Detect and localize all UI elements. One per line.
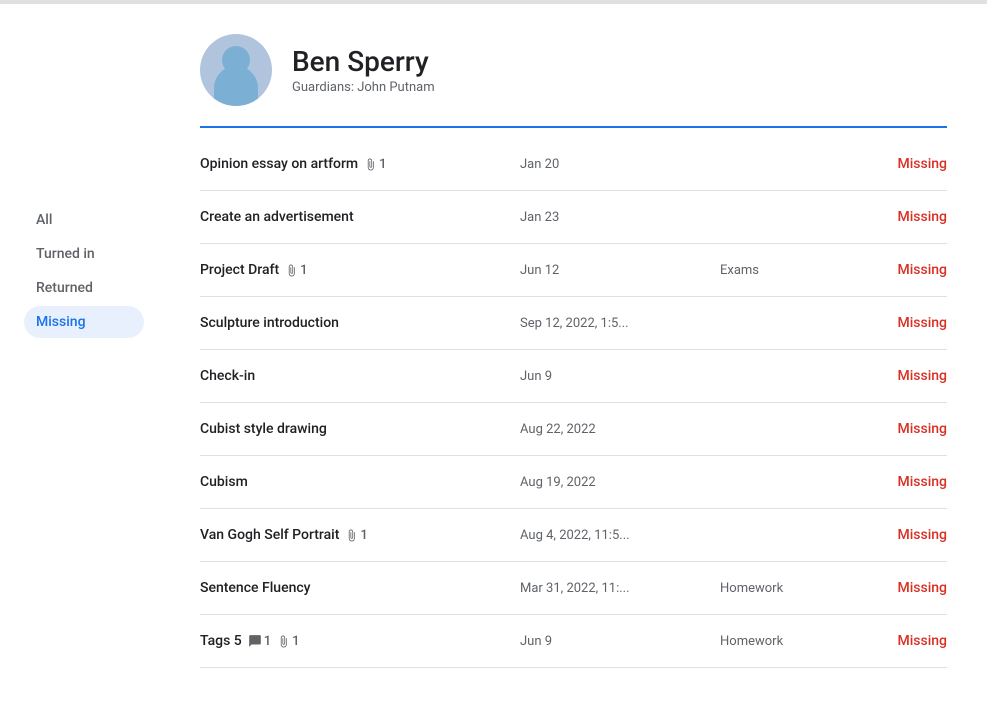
profile-name: Ben Sperry	[292, 45, 435, 79]
assignment-date: Mar 31, 2022, 11:...	[520, 581, 720, 596]
assignment-category: Homework	[720, 581, 840, 596]
assignment-name: Van Gogh Self Portrait 1	[200, 527, 520, 543]
assignment-name: Project Draft 1	[200, 262, 520, 278]
attachment-icon: 1	[277, 634, 299, 649]
assignment-date: Aug 4, 2022, 11:5...	[520, 528, 720, 543]
assignment-name: Sentence Fluency	[200, 580, 520, 596]
assignment-status: Missing	[840, 315, 947, 331]
assignment-row[interactable]: Cubism Aug 19, 2022 Missing	[200, 456, 947, 509]
assignment-title: Cubist style drawing	[200, 421, 327, 437]
assignment-row[interactable]: Opinion essay on artform 1Jan 20Missing	[200, 138, 947, 191]
assignment-title: Project Draft	[200, 262, 279, 278]
assignment-date: Aug 19, 2022	[520, 475, 720, 490]
assignment-date: Aug 22, 2022	[520, 422, 720, 437]
assignment-status: Missing	[840, 209, 947, 225]
avatar-body	[214, 66, 258, 106]
assignment-row[interactable]: Create an advertisement Jan 23 Missing	[200, 191, 947, 244]
assignment-row[interactable]: Project Draft 1Jun 12ExamsMissing	[200, 244, 947, 297]
assignment-date: Jun 12	[520, 263, 720, 278]
sidebar-item-missing[interactable]: Missing	[24, 306, 144, 338]
assignment-status: Missing	[840, 262, 947, 278]
layout: AllTurned inReturnedMissing Ben Sperry G…	[0, 4, 987, 718]
assignment-title: Cubism	[200, 474, 248, 490]
assignment-name: Create an advertisement	[200, 209, 520, 225]
assignment-status: Missing	[840, 474, 947, 490]
sidebar-item-turned-in[interactable]: Turned in	[24, 238, 144, 270]
assignment-status: Missing	[840, 156, 947, 172]
assignment-name: Check-in	[200, 368, 520, 384]
assignment-status: Missing	[840, 421, 947, 437]
assignment-row[interactable]: Cubist style drawing Aug 22, 2022 Missing	[200, 403, 947, 456]
assignment-date: Jan 20	[520, 157, 720, 172]
main-content: Ben Sperry Guardians: John Putnam Opinio…	[160, 4, 987, 718]
assignment-name: Tags 5 1 1	[200, 633, 520, 649]
assignment-title: Opinion essay on artform	[200, 156, 358, 172]
sidebar: AllTurned inReturnedMissing	[0, 4, 160, 718]
profile-info: Ben Sperry Guardians: John Putnam	[292, 45, 435, 96]
assignment-row[interactable]: Tags 5 1 1Jun 9HomeworkMissing	[200, 615, 947, 668]
assignment-name: Cubist style drawing	[200, 421, 520, 437]
assignment-status: Missing	[840, 368, 947, 384]
assignment-category: Exams	[720, 263, 840, 278]
assignment-date: Jun 9	[520, 369, 720, 384]
assignment-title: Tags 5	[200, 633, 242, 649]
attachment-icon: 1	[285, 263, 307, 278]
assignment-status: Missing	[840, 633, 947, 649]
profile-guardians: Guardians: John Putnam	[292, 80, 435, 95]
sidebar-item-returned[interactable]: Returned	[24, 272, 144, 304]
assignment-title: Check-in	[200, 368, 255, 384]
assignment-title: Van Gogh Self Portrait	[200, 527, 339, 543]
avatar	[200, 34, 272, 106]
attachment-icon: 1	[364, 157, 386, 172]
profile-section: Ben Sperry Guardians: John Putnam	[200, 4, 947, 128]
assignment-date: Sep 12, 2022, 1:5...	[520, 316, 720, 331]
assignment-name: Sculpture introduction	[200, 315, 520, 331]
assignment-row[interactable]: Van Gogh Self Portrait 1Aug 4, 2022, 11:…	[200, 509, 947, 562]
assignment-title: Sentence Fluency	[200, 580, 311, 596]
assignment-category: Homework	[720, 634, 840, 649]
assignment-title: Create an advertisement	[200, 209, 354, 225]
attachment-icon: 1	[345, 528, 367, 543]
assignment-status: Missing	[840, 580, 947, 596]
assignment-name: Opinion essay on artform 1	[200, 156, 520, 172]
assignment-row[interactable]: Sentence Fluency Mar 31, 2022, 11:...Home…	[200, 562, 947, 615]
assignment-title: Sculpture introduction	[200, 315, 339, 331]
assignment-status: Missing	[840, 527, 947, 543]
assignment-row[interactable]: Check-in Jun 9 Missing	[200, 350, 947, 403]
assignments-list: Opinion essay on artform 1Jan 20MissingC…	[200, 138, 947, 668]
assignment-row[interactable]: Sculpture introduction Sep 12, 2022, 1:5.…	[200, 297, 947, 350]
assignment-date: Jun 9	[520, 634, 720, 649]
sidebar-item-all[interactable]: All	[24, 204, 144, 236]
comment-icon: 1	[248, 634, 271, 649]
assignment-date: Jan 23	[520, 210, 720, 225]
assignment-name: Cubism	[200, 474, 520, 490]
